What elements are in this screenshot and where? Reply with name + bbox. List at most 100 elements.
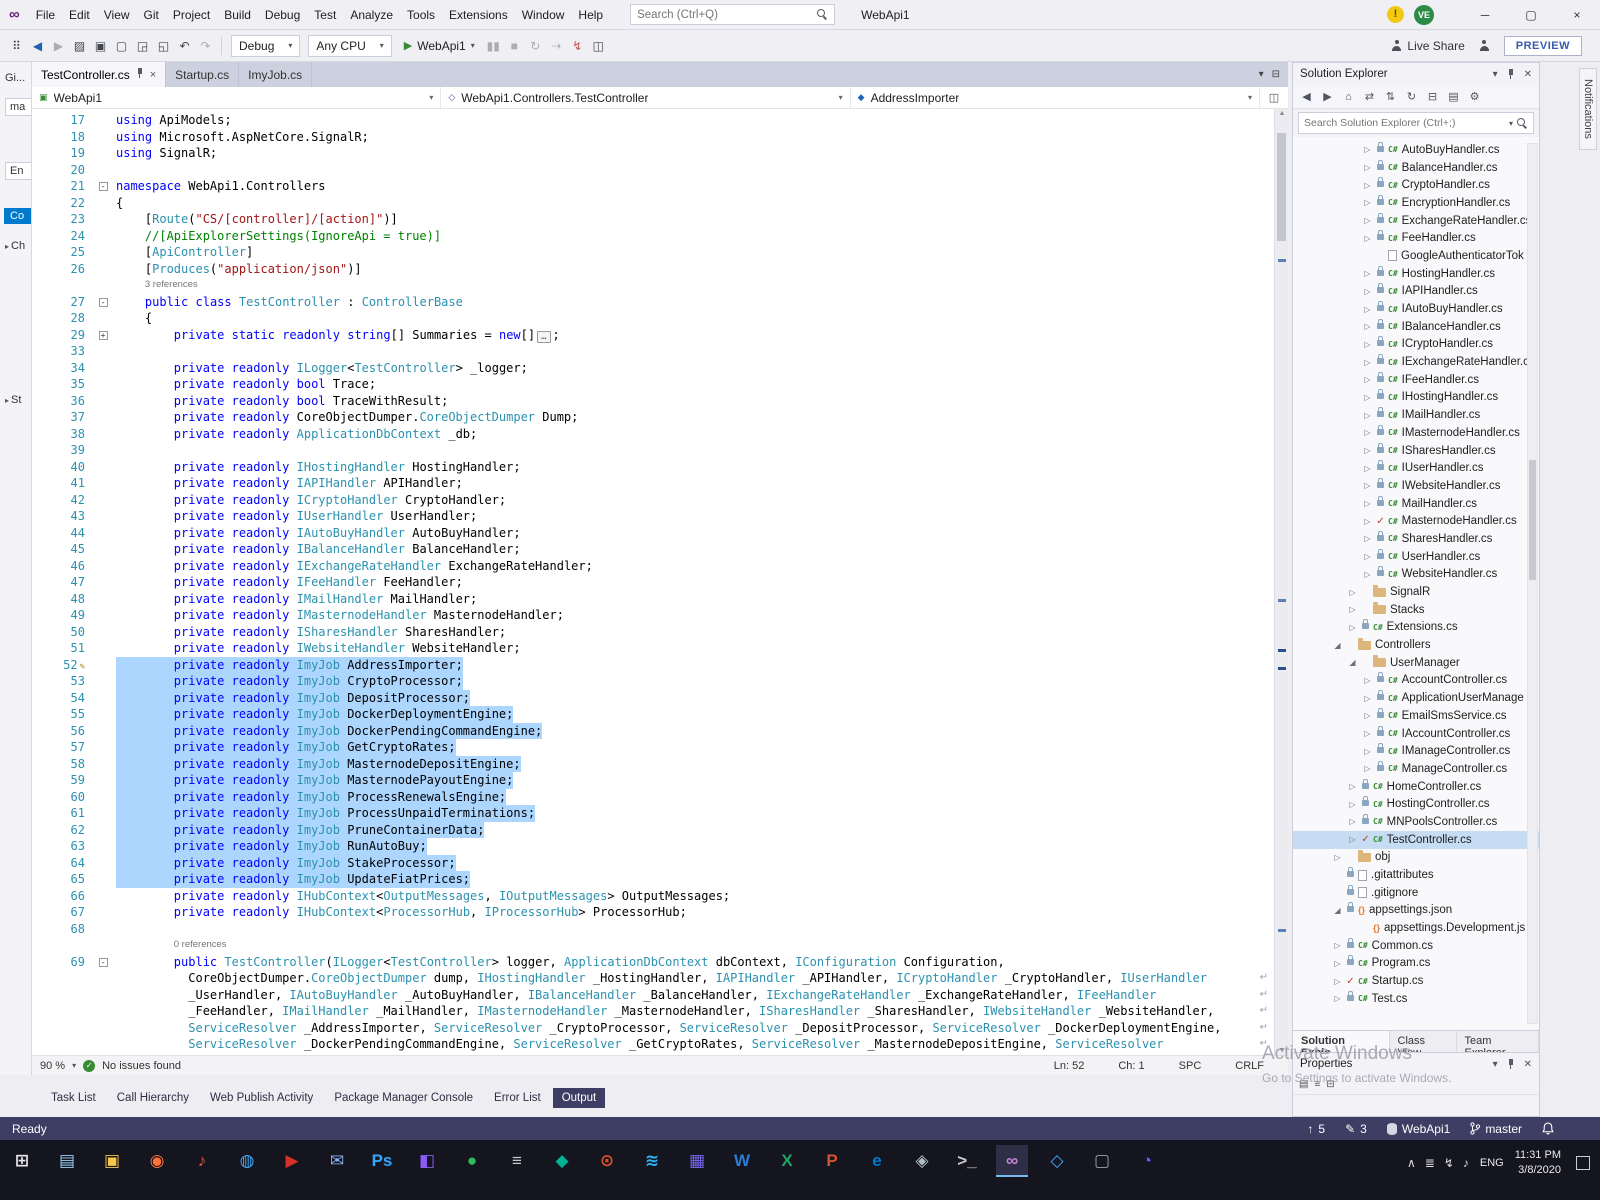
code-line[interactable]: 53 private readonly ImyJob CryptoProcess… bbox=[32, 673, 1274, 690]
collapsed-chevron-icon[interactable]: ▷ bbox=[1361, 411, 1374, 420]
fold-column[interactable] bbox=[90, 772, 116, 789]
save-all-icon[interactable]: ◱ bbox=[153, 39, 174, 53]
fold-column[interactable] bbox=[90, 558, 116, 575]
code-line[interactable]: 47 private readonly IFeeHandler FeeHandl… bbox=[32, 574, 1274, 591]
taskbar-icon-media-player[interactable]: ♪ bbox=[186, 1145, 218, 1177]
code-line[interactable]: 61 private readonly ImyJob ProcessUnpaid… bbox=[32, 805, 1274, 822]
code-line[interactable]: ServiceResolver _DockerPendingCommandEng… bbox=[32, 1036, 1274, 1053]
collapsed-chevron-icon[interactable]: ▷ bbox=[1361, 340, 1374, 349]
tray-icon-1[interactable]: ≣ bbox=[1425, 1156, 1435, 1170]
hot-reload-icon[interactable]: ↯ bbox=[567, 39, 588, 53]
fold-toggle-icon[interactable]: - bbox=[98, 957, 108, 967]
breadcrumb-dropdown[interactable]: ▣ WebApi1 ▾ bbox=[32, 87, 442, 108]
taskbar-icon-docs[interactable]: ▢ bbox=[1086, 1145, 1118, 1177]
fold-toggle-icon[interactable]: - bbox=[98, 297, 108, 307]
menu-item-analyze[interactable]: Analyze bbox=[343, 5, 400, 25]
fold-column[interactable] bbox=[90, 789, 116, 806]
tree-item[interactable]: ▷ C# IBalanceHandler.cs bbox=[1293, 318, 1539, 336]
back-icon[interactable]: ◀ bbox=[1297, 90, 1316, 103]
expanded-chevron-icon[interactable]: ◢ bbox=[1331, 641, 1344, 650]
tree-item[interactable]: ▷ C# MNPoolsController.cs bbox=[1293, 813, 1539, 831]
redo-icon[interactable]: ↷ bbox=[195, 39, 216, 53]
collapsed-chevron-icon[interactable]: ▷ bbox=[1361, 234, 1374, 243]
fold-column[interactable] bbox=[90, 591, 116, 608]
code-line[interactable]: 20 bbox=[32, 162, 1274, 179]
tree-item[interactable]: ▷ C# IHostingHandler.cs bbox=[1293, 389, 1539, 407]
tree-item[interactable]: ▷ ✓ C# Startup.cs bbox=[1293, 972, 1539, 990]
pin-icon[interactable] bbox=[1507, 68, 1515, 80]
tree-item[interactable]: ▷ C# WebsiteHandler.cs bbox=[1293, 566, 1539, 584]
collapsed-chevron-icon[interactable]: ▷ bbox=[1361, 375, 1374, 384]
collapsed-chevron-icon[interactable]: ▷ bbox=[1331, 941, 1344, 950]
fold-column[interactable] bbox=[90, 574, 116, 591]
taskbar-icon-file-explorer[interactable]: ▣ bbox=[96, 1145, 128, 1177]
split-window-icon[interactable]: ◫ bbox=[1269, 91, 1279, 104]
menu-item-project[interactable]: Project bbox=[166, 5, 217, 25]
menu-item-extensions[interactable]: Extensions bbox=[442, 5, 515, 25]
solution-platform-dropdown[interactable]: Any CPU ▾ bbox=[308, 34, 392, 57]
code-line[interactable]: 40 private readonly IHostingHandler Host… bbox=[32, 459, 1274, 476]
scroll-down-icon[interactable]: ▼ bbox=[1275, 1047, 1288, 1054]
account-avatar[interactable]: VE bbox=[1414, 4, 1434, 25]
code-line[interactable]: 42 private readonly ICryptoHandler Crypt… bbox=[32, 492, 1274, 509]
code-line[interactable]: 48 private readonly IMailHandler MailHan… bbox=[32, 591, 1274, 608]
fold-column[interactable] bbox=[90, 228, 116, 245]
code-line[interactable]: 69 - public TestController(ILogger<TestCo… bbox=[32, 954, 1274, 971]
fold-column[interactable] bbox=[90, 838, 116, 855]
taskbar-icon-app-blue[interactable]: ◍ bbox=[231, 1145, 263, 1177]
fold-column[interactable] bbox=[90, 211, 116, 228]
taskbar-icon-mail[interactable]: ✉ bbox=[321, 1145, 353, 1177]
tree-item[interactable]: {} appsettings.Development.js bbox=[1293, 919, 1539, 937]
code-line[interactable]: _UserHandler, IAutoBuyHandler _AutoBuyHa… bbox=[32, 987, 1274, 1004]
chevron-down-icon[interactable]: ▾ bbox=[1493, 1059, 1498, 1070]
tree-item[interactable]: ▷ C# AutoBuyHandler.cs bbox=[1293, 141, 1539, 159]
menu-item-tools[interactable]: Tools bbox=[400, 5, 442, 25]
code-line[interactable]: 17 using ApiModels; bbox=[32, 112, 1274, 129]
taskbar-icon-app-orange[interactable]: ⊙ bbox=[591, 1145, 623, 1177]
collapsed-chevron-icon[interactable]: ▷ bbox=[1361, 729, 1374, 738]
codelens-references[interactable]: 3 references bbox=[145, 277, 198, 294]
collapsed-chevron-icon[interactable]: ▷ bbox=[1346, 588, 1359, 597]
start-debugging-button[interactable]: ▶ WebApi1 ▾ bbox=[404, 39, 475, 53]
panel-tab-call-hierarchy[interactable]: Call Hierarchy bbox=[108, 1088, 198, 1108]
tree-item[interactable]: ▷ C# IFeeHandler.cs bbox=[1293, 371, 1539, 389]
collapsed-chevron-icon[interactable]: ▷ bbox=[1361, 534, 1374, 543]
fold-column[interactable] bbox=[90, 277, 116, 294]
bell-icon[interactable] bbox=[1542, 1122, 1554, 1135]
solution-explorer-header[interactable]: Solution Explorer ▾ ✕ bbox=[1293, 63, 1539, 85]
tool-window-tab[interactable]: Class View bbox=[1390, 1031, 1457, 1059]
code-line[interactable]: 56 private readonly ImyJob DockerPending… bbox=[32, 722, 1274, 739]
taskbar-icon-app-teal[interactable]: ◆ bbox=[546, 1145, 578, 1177]
code-line[interactable]: 3 references bbox=[32, 277, 1274, 294]
code-line[interactable]: 60 private readonly ImyJob ProcessRenewa… bbox=[32, 788, 1274, 806]
chevron-down-icon[interactable]: ▾ bbox=[1493, 69, 1498, 80]
tray-icon-2[interactable]: ↯ bbox=[1444, 1156, 1454, 1170]
taskbar-icon-vscode[interactable]: ◇ bbox=[1041, 1145, 1073, 1177]
breadcrumb-dropdown[interactable]: ◆ AddressImporter ▾ bbox=[851, 87, 1260, 108]
fold-column[interactable] bbox=[90, 640, 116, 657]
language-indicator[interactable]: ENG bbox=[1480, 1157, 1504, 1169]
tree-item[interactable]: ▷ C# Extensions.cs bbox=[1293, 619, 1539, 637]
fold-column[interactable] bbox=[90, 376, 116, 393]
close-icon[interactable]: ✕ bbox=[1524, 1059, 1532, 1070]
quick-search-box[interactable] bbox=[630, 4, 836, 25]
fold-column[interactable] bbox=[90, 492, 116, 509]
collapse-all-icon[interactable]: ⊟ bbox=[1423, 90, 1442, 103]
menu-item-file[interactable]: File bbox=[29, 5, 62, 25]
menu-item-view[interactable]: View bbox=[97, 5, 137, 25]
code-line[interactable]: 29 + private static readonly string[] Sum… bbox=[32, 327, 1274, 344]
pending-edits[interactable]: ✎ 3 bbox=[1345, 1122, 1367, 1136]
close-icon[interactable]: ✕ bbox=[1524, 69, 1532, 80]
git-sliver-item[interactable]: Co bbox=[4, 208, 31, 224]
fold-column[interactable] bbox=[90, 871, 116, 888]
collapsed-chevron-icon[interactable]: ▷ bbox=[1361, 287, 1374, 296]
git-sliver-item[interactable]: ▸ St bbox=[5, 394, 21, 406]
code-line[interactable]: 63 private readonly ImyJob RunAutoBuy; bbox=[32, 838, 1274, 855]
code-line[interactable]: 25 [ApiController] bbox=[32, 244, 1274, 261]
fold-column[interactable] bbox=[90, 244, 116, 261]
collapsed-chevron-icon[interactable]: ▷ bbox=[1361, 163, 1374, 172]
stop-icon[interactable]: ■ bbox=[504, 39, 525, 53]
undo-icon[interactable]: ↶ bbox=[174, 39, 195, 53]
code-line[interactable]: 50 private readonly ISharesHandler Share… bbox=[32, 624, 1274, 641]
fold-column[interactable] bbox=[90, 756, 116, 773]
